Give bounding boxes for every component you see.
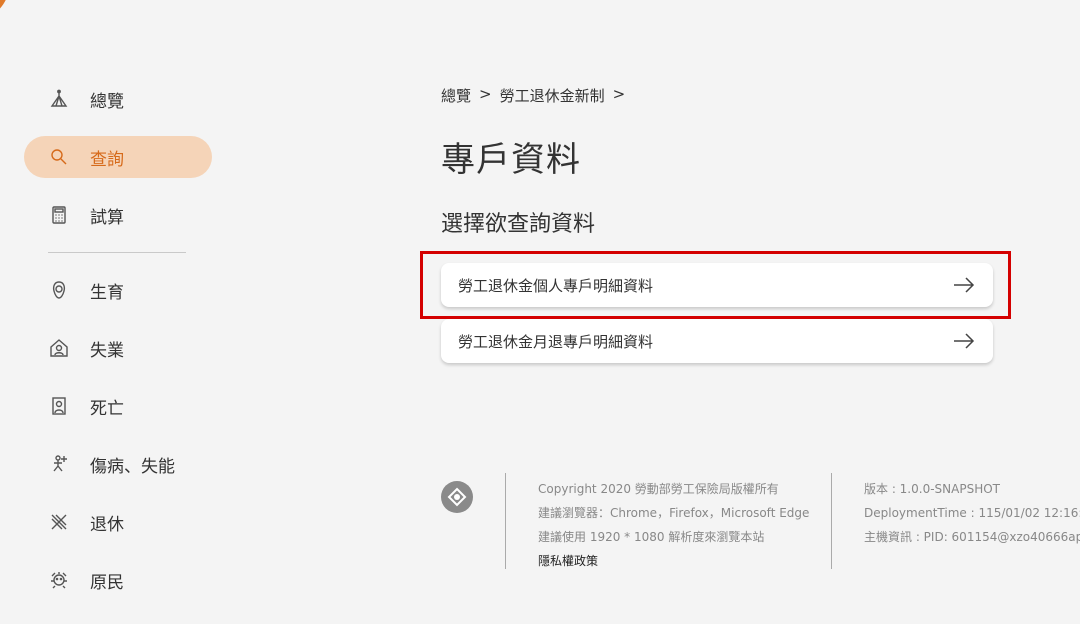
footer-resolution: 建議使用 1920 * 1080 解析度來瀏覽本站 bbox=[538, 530, 765, 544]
footer-info: Copyright 2020 勞動部勞工保險局版權所有 建議瀏覽器：Chrome… bbox=[538, 477, 809, 573]
breadcrumb-separator: > bbox=[479, 85, 492, 103]
sidebar-item-label: 失業 bbox=[90, 340, 124, 361]
sidebar-item-injury[interactable]: 傷病、失能 bbox=[24, 443, 212, 485]
sidebar-nav: 總覽 查詢 試算 生育 失業 死亡 傷病、失能 退休 原民 bbox=[24, 78, 212, 617]
sidebar-item-label: 試算 bbox=[90, 207, 124, 228]
calculator-icon bbox=[48, 204, 70, 226]
sidebar-item-overview[interactable]: 總覽 bbox=[24, 78, 212, 120]
corner-accent bbox=[0, 0, 10, 22]
sidebar-item-retirement[interactable]: 退休 bbox=[24, 501, 212, 543]
option-label: 勞工退休金月退專戶明細資料 bbox=[458, 332, 654, 351]
sidebar-item-label: 退休 bbox=[90, 514, 124, 535]
section-title: 選擇欲查詢資料 bbox=[441, 212, 596, 237]
page-title: 專戶資料 bbox=[441, 140, 581, 180]
breadcrumb-labor-pension[interactable]: 勞工退休金新制 bbox=[500, 85, 605, 106]
unemployment-icon bbox=[48, 337, 70, 359]
sidebar-item-search[interactable]: 查詢 bbox=[24, 136, 212, 178]
footer-browsers: 建議瀏覽器：Chrome，Firefox，Microsoft Edge bbox=[538, 506, 810, 520]
overview-icon bbox=[48, 88, 70, 110]
sidebar-item-unemployment[interactable]: 失業 bbox=[24, 327, 212, 369]
footer-copyright: Copyright 2020 勞動部勞工保險局版權所有 bbox=[538, 482, 779, 496]
footer-host-info: 主機資訊 : PID: 601154@xzo40666apeap bbox=[864, 530, 1080, 544]
arrow-right-icon bbox=[953, 277, 975, 293]
footer-divider bbox=[831, 473, 832, 569]
footer-version: 版本 : 1.0.0-SNAPSHOT bbox=[864, 482, 1000, 496]
death-icon bbox=[48, 395, 70, 417]
sidebar-divider bbox=[48, 252, 186, 253]
sidebar-item-label: 生育 bbox=[90, 282, 124, 303]
birth-icon bbox=[48, 279, 70, 301]
breadcrumb-separator: > bbox=[612, 85, 626, 103]
sidebar-item-label: 原民 bbox=[90, 572, 124, 593]
option-personal-account-details[interactable]: 勞工退休金個人專戶明細資料 bbox=[441, 263, 993, 307]
injury-icon bbox=[48, 453, 70, 475]
sidebar-item-calculate[interactable]: 試算 bbox=[24, 194, 212, 236]
privacy-policy-link[interactable]: 隱私權政策 bbox=[538, 549, 809, 573]
search-icon bbox=[48, 146, 70, 168]
arrow-right-icon bbox=[953, 333, 975, 349]
sidebar-item-death[interactable]: 死亡 bbox=[24, 385, 212, 427]
sidebar-item-birth[interactable]: 生育 bbox=[24, 269, 212, 311]
footer-divider bbox=[505, 473, 506, 569]
sidebar-item-label: 總覽 bbox=[90, 91, 124, 112]
sidebar-item-label: 查詢 bbox=[90, 149, 124, 170]
footer-system-info: 版本 : 1.0.0-SNAPSHOT DeploymentTime : 115… bbox=[864, 477, 1080, 549]
sidebar-item-label: 傷病、失能 bbox=[90, 456, 175, 477]
retirement-icon bbox=[48, 511, 70, 533]
option-label: 勞工退休金個人專戶明細資料 bbox=[458, 276, 654, 295]
footer-logo bbox=[441, 481, 473, 513]
sidebar-item-label: 死亡 bbox=[90, 398, 124, 419]
option-monthly-pension-account-details[interactable]: 勞工退休金月退專戶明細資料 bbox=[441, 319, 993, 363]
breadcrumb-overview[interactable]: 總覽 bbox=[441, 85, 471, 106]
indigenous-icon bbox=[48, 569, 70, 591]
breadcrumb: 總覽 > 勞工退休金新制 > bbox=[441, 85, 625, 106]
footer-deployment-time: DeploymentTime : 115/01/02 12:16:09 bbox=[864, 506, 1080, 520]
sidebar-item-indigenous[interactable]: 原民 bbox=[24, 559, 212, 601]
